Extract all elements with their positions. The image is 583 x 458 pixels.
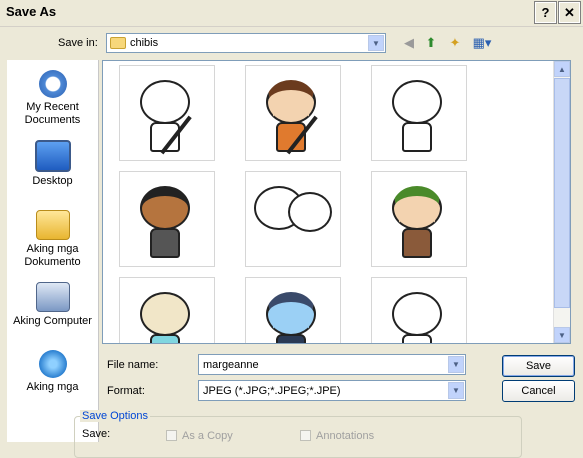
place-label: Aking mga Dokumento bbox=[24, 243, 81, 268]
file-thumbnail[interactable] bbox=[371, 171, 467, 267]
place-desktop[interactable]: Desktop bbox=[7, 140, 98, 188]
place-network[interactable]: Aking mga bbox=[7, 350, 98, 394]
save-in-value: chibis bbox=[130, 37, 159, 49]
save-button-label: Save bbox=[525, 360, 552, 372]
save-in-label: Save in: bbox=[58, 37, 98, 49]
format-value: JPEG (*.JPG;*.JPEG;*.JPE) bbox=[203, 384, 341, 397]
new-folder-icon[interactable]: ✦ bbox=[446, 34, 464, 52]
up-folder-icon[interactable]: ⬆ bbox=[422, 34, 440, 52]
close-icon: ✕ bbox=[564, 4, 575, 20]
place-label: My Recent Documents bbox=[24, 101, 81, 126]
desktop-icon bbox=[34, 140, 71, 172]
file-thumbnail[interactable] bbox=[371, 65, 467, 161]
save-in-dropdown[interactable]: chibis ▼ bbox=[106, 33, 386, 53]
places-bar: My Recent Documents Desktop Aking mga Do… bbox=[7, 60, 99, 442]
save-options-title: Save Options bbox=[80, 410, 151, 422]
my-computer-icon bbox=[35, 282, 70, 312]
file-thumbnail[interactable] bbox=[119, 277, 215, 343]
scroll-up-icon[interactable]: ▲ bbox=[554, 61, 570, 77]
place-label: Aking mga bbox=[26, 381, 79, 393]
format-label: Format: bbox=[107, 385, 145, 397]
place-recent-documents[interactable]: My Recent Documents bbox=[7, 70, 98, 127]
annotations-label: Annotations bbox=[316, 430, 375, 442]
chevron-down-icon[interactable]: ▼ bbox=[448, 356, 464, 373]
chevron-down-icon[interactable]: ▼ bbox=[368, 35, 384, 51]
file-thumbnail[interactable] bbox=[119, 65, 215, 161]
as-a-copy-checkbox[interactable] bbox=[166, 430, 177, 441]
file-name-label: File name: bbox=[107, 359, 159, 371]
place-label: Desktop bbox=[32, 175, 73, 187]
file-thumbnail[interactable] bbox=[245, 171, 341, 267]
folder-icon bbox=[110, 37, 126, 49]
file-list[interactable]: ▲ ▼ bbox=[102, 60, 571, 344]
file-name-value: margeanne bbox=[203, 358, 259, 371]
save-button[interactable]: Save bbox=[502, 355, 575, 377]
help-icon: ? bbox=[541, 5, 550, 20]
network-places-icon bbox=[38, 350, 67, 378]
file-thumbnail[interactable] bbox=[371, 277, 467, 343]
file-thumbnail[interactable] bbox=[119, 171, 215, 267]
cancel-button-label: Cancel bbox=[521, 385, 556, 397]
place-my-computer[interactable]: Aking Computer bbox=[7, 282, 98, 328]
format-dropdown[interactable]: JPEG (*.JPG;*.JPEG;*.JPE) ▼ bbox=[198, 380, 466, 401]
file-thumbnail[interactable] bbox=[245, 277, 341, 343]
recent-documents-icon bbox=[38, 70, 67, 98]
annotations-checkbox[interactable] bbox=[300, 430, 311, 441]
save-label: Save: bbox=[82, 428, 111, 440]
place-label: Aking Computer bbox=[13, 315, 92, 327]
place-my-documents[interactable]: Aking mga Dokumento bbox=[7, 210, 98, 269]
close-button[interactable]: ✕ bbox=[558, 1, 581, 24]
views-menu-icon[interactable]: ▦▾ bbox=[470, 34, 494, 52]
vertical-scrollbar[interactable]: ▲ ▼ bbox=[553, 61, 570, 343]
chevron-down-icon[interactable]: ▼ bbox=[448, 382, 464, 399]
window-title: Save As bbox=[6, 4, 57, 19]
save-options-group bbox=[74, 416, 522, 458]
scrollbar-thumb[interactable] bbox=[554, 78, 570, 308]
my-documents-icon bbox=[35, 210, 70, 240]
scroll-down-icon[interactable]: ▼ bbox=[554, 327, 570, 343]
title-bar: Save As ? ✕ bbox=[0, 0, 583, 27]
cancel-button[interactable]: Cancel bbox=[502, 380, 575, 402]
file-name-field[interactable]: margeanne ▼ bbox=[198, 354, 466, 375]
back-icon[interactable]: ◀ bbox=[400, 34, 418, 52]
help-button[interactable]: ? bbox=[534, 1, 557, 24]
file-thumbnail[interactable] bbox=[245, 65, 341, 161]
as-a-copy-label: As a Copy bbox=[182, 430, 233, 442]
